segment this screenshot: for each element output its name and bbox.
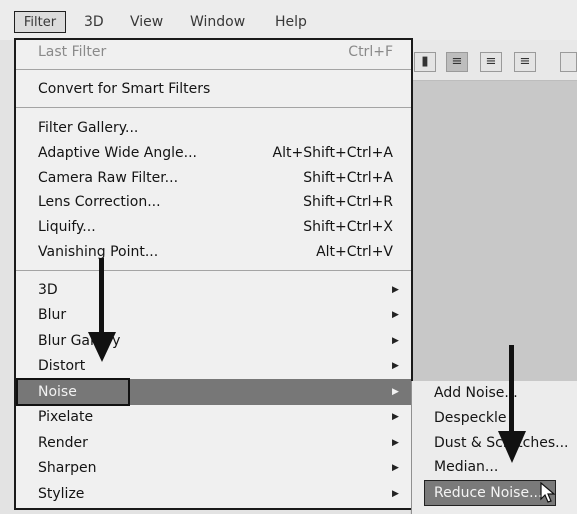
menu-item-adaptive-wide-angle[interactable]: Adaptive Wide Angle... Alt+Shift+Ctrl+A [38,141,393,165]
menu-filter[interactable]: Filter [14,11,66,33]
menu-item-camera-raw-filter[interactable]: Camera Raw Filter... Shift+Ctrl+A [38,166,393,190]
submenu-arrow-icon: ▶ [392,310,399,320]
menu-item-render[interactable]: Render [38,431,88,455]
menu-item-label: Lens Correction... [38,194,161,210]
menu-item-liquify[interactable]: Liquify... Shift+Ctrl+X [38,215,393,239]
menu-window[interactable]: Window [190,11,245,33]
toolbar-button[interactable] [560,52,577,72]
submenu-arrow-icon: ▶ [392,336,399,346]
menu-item-label: Liquify... [38,219,96,235]
menu-item-convert-smart-filters[interactable]: Convert for Smart Filters [38,77,210,101]
menu-item-pixelate[interactable]: Pixelate [38,405,93,429]
shortcut: Ctrl+F [348,44,393,60]
menu-item-label: Camera Raw Filter... [38,170,179,186]
menu-item-sharpen[interactable]: Sharpen [38,456,96,480]
down-arrow-icon [88,258,116,362]
menu-item-distort[interactable]: Distort [38,354,85,378]
menu-view[interactable]: View [130,11,163,33]
document-canvas [410,81,577,381]
menu-separator [16,69,411,70]
menu-separator [16,107,411,108]
submenu-item-reduce-noise[interactable]: Reduce Noise... [434,481,542,505]
down-arrow-icon [498,345,526,463]
submenu-arrow-icon: ▶ [392,489,399,499]
menu-item-label: Adaptive Wide Angle... [38,145,197,161]
shortcut: Shift+Ctrl+R [303,194,393,210]
menu-item-label: Last Filter [38,44,107,60]
submenu-arrow-icon: ▶ [392,361,399,371]
menu-item-label: Filter Gallery... [38,120,139,136]
shortcut: Shift+Ctrl+X [303,219,393,235]
align-right-icon[interactable]: ≡ [514,52,536,72]
menu-item-noise[interactable]: Noise [38,380,77,404]
menu-separator [16,270,411,271]
submenu-arrow-icon: ▶ [392,412,399,422]
menu-item-blur[interactable]: Blur [38,303,66,327]
menu-item-last-filter: Last Filter Ctrl+F [38,40,393,64]
mouse-pointer-icon [540,482,556,503]
menu-item-filter-gallery[interactable]: Filter Gallery... [38,116,393,140]
shortcut: Alt+Ctrl+V [316,244,393,260]
align-center-icon[interactable]: ≡ [480,52,502,72]
shortcut: Shift+Ctrl+A [303,170,393,186]
submenu-arrow-icon: ▶ [392,463,399,473]
submenu-arrow-icon: ▶ [392,285,399,295]
menu-item-stylize[interactable]: Stylize [38,482,84,506]
submenu-arrow-icon: ▶ [392,387,399,397]
menu-item-lens-correction[interactable]: Lens Correction... Shift+Ctrl+R [38,190,393,214]
submenu-arrow-icon: ▶ [392,438,399,448]
submenu-item-median[interactable]: Median... [434,455,498,479]
shortcut: Alt+Shift+Ctrl+A [272,145,393,161]
menu-item-3d[interactable]: 3D [38,278,58,302]
toolbar-button[interactable]: ▮ [414,52,436,72]
menu-help[interactable]: Help [275,11,307,33]
align-left-icon[interactable]: ≡ [446,52,468,72]
menu-3d[interactable]: 3D [84,11,104,33]
